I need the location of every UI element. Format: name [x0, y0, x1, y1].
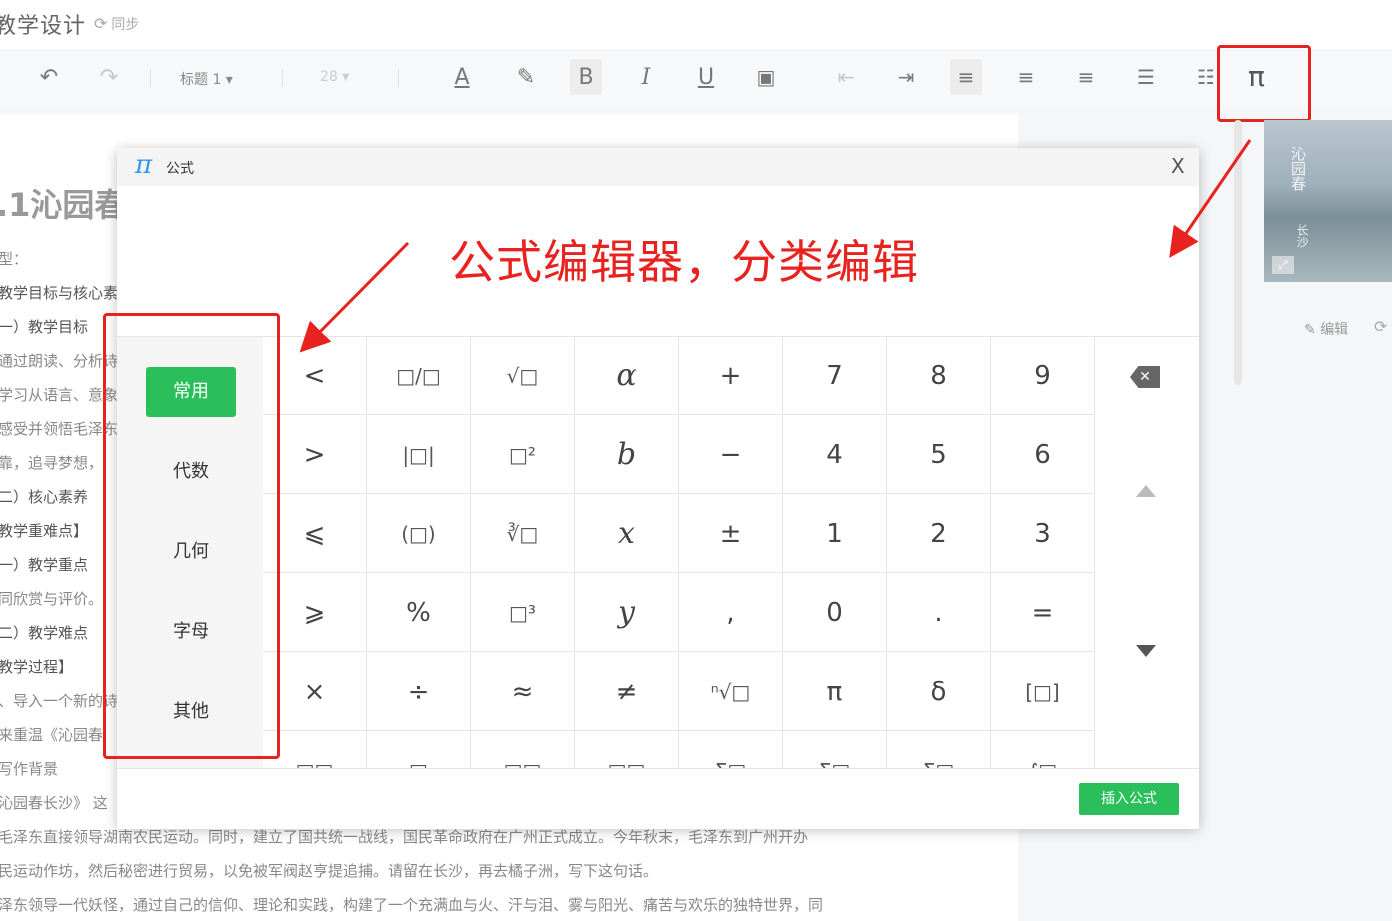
annotation-arrows	[299, 139, 1252, 353]
arrow-from-formula-button	[1169, 139, 1252, 258]
arrow-to-categories	[299, 241, 410, 353]
